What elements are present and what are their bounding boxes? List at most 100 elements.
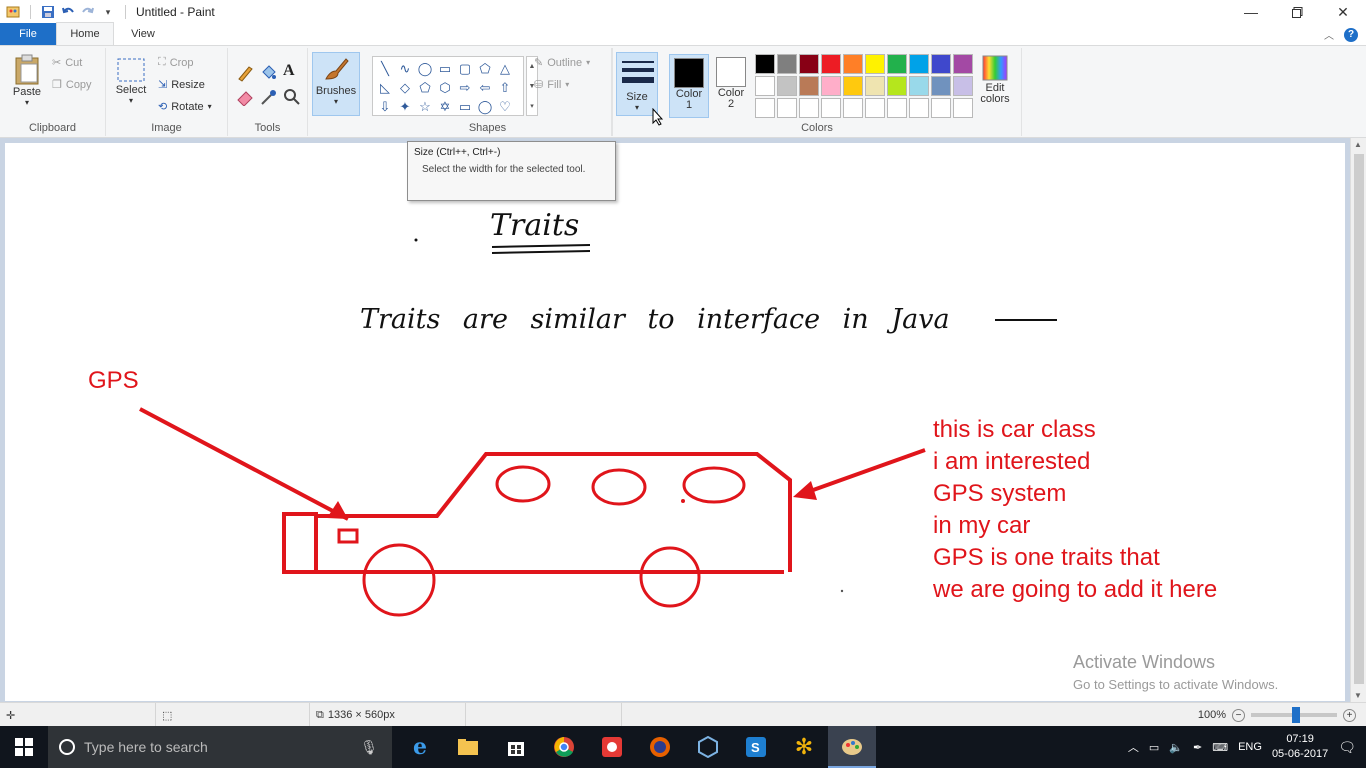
palette-swatch[interactable] [843,54,863,74]
right-arrow-shape-icon[interactable]: ⇨ [455,78,475,97]
palette-swatch[interactable] [777,98,797,118]
zoom-in-icon[interactable]: + [1343,708,1356,722]
screen-recorder-icon[interactable] [588,726,636,768]
redo-icon[interactable] [81,5,95,19]
brushes-button[interactable]: Brushes ▾ [312,52,360,116]
paint-taskbar-icon[interactable] [828,726,876,768]
minimize-icon[interactable]: — [1228,0,1274,24]
rounded-rectangle-shape-icon[interactable]: ▢ [455,59,475,78]
palette-swatch[interactable] [821,54,841,74]
palette-swatch[interactable] [865,98,885,118]
eraser-icon[interactable] [236,88,254,106]
select-button[interactable]: Select ▾ [112,54,150,105]
up-arrow-shape-icon[interactable]: ⇧ [495,78,515,97]
palette-swatch[interactable] [755,98,775,118]
palette-swatch[interactable] [953,76,973,96]
show-hidden-icons-icon[interactable]: ︿ [1128,739,1139,755]
language-indicator[interactable]: ENG [1238,741,1262,753]
outline-button[interactable]: ✎ Outline ▾ [534,56,590,70]
scroll-up-icon[interactable]: ▲ [1354,140,1362,149]
undo-icon[interactable] [61,5,75,19]
scroll-down-icon[interactable]: ▼ [1354,691,1362,700]
pencil-icon[interactable] [236,64,254,82]
paint-app-icon[interactable] [6,5,20,19]
text-tool-icon[interactable]: A [283,62,295,80]
palette-swatch[interactable] [799,98,819,118]
select-dropdown-icon[interactable]: ▾ [129,96,133,105]
oval-shape-icon[interactable]: ◯ [415,59,435,78]
tab-home[interactable]: Home [56,22,114,45]
palette-swatch[interactable] [821,76,841,96]
palette-swatch[interactable] [887,54,907,74]
palette-swatch[interactable] [843,76,863,96]
restore-icon[interactable] [1274,0,1320,24]
edge-browser-icon[interactable]: e [396,726,444,768]
palette-swatch[interactable] [909,76,929,96]
down-arrow-shape-icon[interactable]: ⇩ [375,97,395,116]
skype-business-icon[interactable]: S [732,726,780,768]
help-icon[interactable]: ? [1344,27,1358,42]
close-icon[interactable]: ✕ [1320,0,1366,24]
virtualbox-icon[interactable] [684,726,732,768]
palette-swatch[interactable] [821,98,841,118]
vertical-scrollbar[interactable]: ▲ ▼ [1350,138,1366,702]
magnifier-icon[interactable] [283,88,301,106]
collapse-ribbon-icon[interactable]: ︿ [1324,27,1334,42]
cut-button[interactable]: ✂ Cut [52,56,82,70]
zoom-out-icon[interactable]: − [1232,708,1245,722]
chrome-icon[interactable] [540,726,588,768]
volume-icon[interactable]: 🔈 [1169,741,1183,754]
tab-file[interactable]: File [0,23,56,45]
paste-button[interactable]: Paste ▾ [8,54,46,107]
keyboard-icon[interactable]: ⌨ [1212,741,1228,754]
rounded-callout-shape-icon[interactable]: ▭ [455,97,475,116]
scroll-thumb[interactable] [1354,154,1364,684]
palette-swatch[interactable] [755,76,775,96]
palette-swatch[interactable] [887,76,907,96]
pen-icon[interactable]: ✒ [1193,741,1202,754]
shapes-gallery[interactable]: ╲ ∿ ◯ ▭ ▢ ⬠ △ ◺ ◇ ⬠ ⬡ ⇨ ⇦ ⇧ ⇩ ✦ ☆ ✡ ▭ ◯ … [372,56,524,116]
palette-swatch[interactable] [931,76,951,96]
drawing-canvas[interactable]: Traits Traits are similar to interface i… [5,143,1345,701]
battery-icon[interactable]: ▭ [1149,741,1159,754]
palette-swatch[interactable] [755,54,775,74]
diamond-shape-icon[interactable]: ◇ [395,78,415,97]
color-picker-icon[interactable] [259,88,277,106]
triangle-shape-icon[interactable]: △ [495,59,515,78]
zoom-slider-knob[interactable] [1292,707,1300,723]
start-button[interactable] [0,726,48,768]
customize-toolbar-icon[interactable]: ▾ [101,5,115,19]
rotate-button[interactable]: ⟲ Rotate ▾ [158,100,212,114]
rectangle-shape-icon[interactable]: ▭ [435,59,455,78]
gear-app-icon[interactable]: ✻ [780,726,828,768]
file-explorer-icon[interactable] [444,726,492,768]
zoom-slider[interactable] [1251,707,1337,723]
hexagon-shape-icon[interactable]: ⬡ [435,78,455,97]
palette-swatch[interactable] [777,54,797,74]
palette-swatch[interactable] [953,98,973,118]
palette-swatch[interactable] [865,54,885,74]
four-point-star-shape-icon[interactable]: ✦ [395,97,415,116]
palette-swatch[interactable] [865,76,885,96]
line-shape-icon[interactable]: ╲ [375,59,395,78]
crop-button[interactable]: ⛶ Crop [158,56,194,69]
palette-swatch[interactable] [843,98,863,118]
palette-swatch[interactable] [909,98,929,118]
copy-button[interactable]: ❐ Copy [52,78,92,92]
color1-button[interactable]: Color 1 [669,54,709,118]
oval-callout-shape-icon[interactable]: ◯ [475,97,495,116]
tab-view[interactable]: View [114,23,172,45]
store-icon[interactable] [492,726,540,768]
firefox-icon[interactable] [636,726,684,768]
right-triangle-shape-icon[interactable]: ◺ [375,78,395,97]
palette-swatch[interactable] [931,98,951,118]
five-point-star-shape-icon[interactable]: ☆ [415,97,435,116]
left-arrow-shape-icon[interactable]: ⇦ [475,78,495,97]
polygon-shape-icon[interactable]: ⬠ [475,59,495,78]
palette-swatch[interactable] [777,76,797,96]
paste-dropdown-icon[interactable]: ▾ [25,98,29,107]
six-point-star-shape-icon[interactable]: ✡ [435,97,455,116]
palette-swatch[interactable] [799,76,819,96]
action-center-icon[interactable]: 🗨 [1338,739,1356,756]
microphone-icon[interactable]: 🎙 [360,739,378,756]
